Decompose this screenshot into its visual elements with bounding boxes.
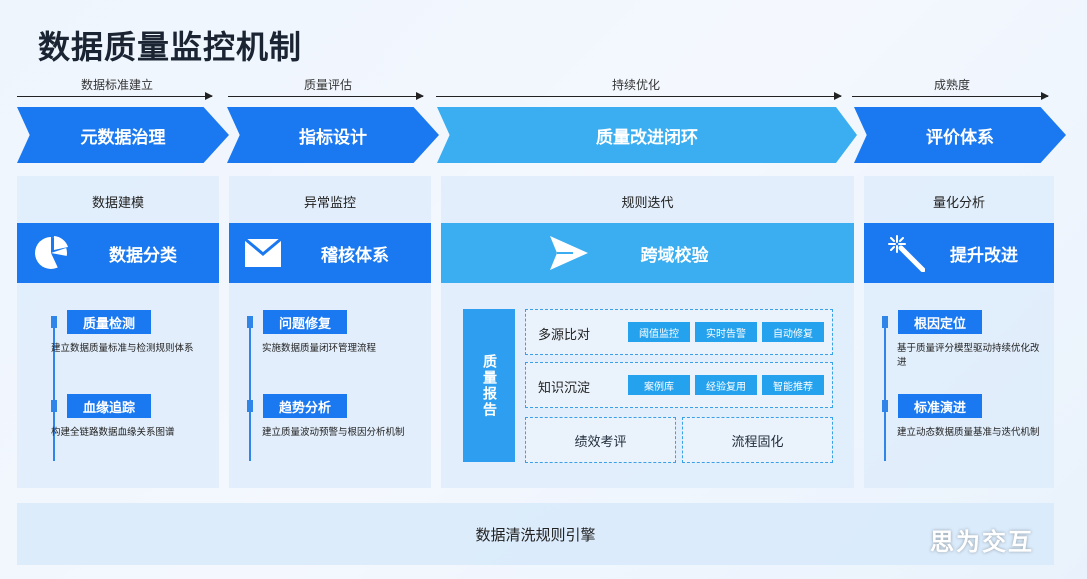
stage-label-2: 质量评估 <box>303 78 352 92</box>
chevron-evaluation: 评价体系 <box>854 107 1066 163</box>
column-quantitative: 量化分析 提升改进 根因定位 基于质量评分模型驱动持续优化改进 标准演进 建立动… <box>864 176 1054 488</box>
bottom-bar-cleaning-engine: 数据清洗规则引擎 <box>17 503 1054 565</box>
band-label: 数据分类 <box>109 245 177 266</box>
tag-lineage-tracking: 血缘追踪 <box>67 394 152 418</box>
desc-trend-analysis: 建立质量波动预警与根因分析机制 <box>262 427 405 438</box>
bottom-bar-label: 数据清洗规则引擎 <box>475 525 596 544</box>
quality-report-label: 质量报告 <box>481 353 497 418</box>
row-knowledge: 知识沉淀 案例库 经验复用 智能推荐 <box>525 362 833 408</box>
chevron-label: 指标设计 <box>299 127 367 148</box>
chip-smart-recommend: 智能推荐 <box>762 375 824 395</box>
chip-threshold: 阈值监控 <box>628 322 690 342</box>
stage-arrow-3 <box>436 92 842 100</box>
watermark: 思为交互 <box>930 528 1034 556</box>
row-multi-source: 多源比对 阈值监控 实时告警 自动修复 <box>525 309 833 355</box>
tag-root-cause: 根因定位 <box>898 310 983 334</box>
column-anomaly: 异常监控 稽核体系 问题修复 实施数据质量闭环管理流程 趋势分析 建立质量波动预… <box>229 176 431 488</box>
band-cross-domain: 跨域校验 <box>441 223 854 283</box>
column-modeling: 数据建模 数据分类 质量检测 建立数据质量标准与检测规则体系 血缘追踪 构建全链… <box>17 176 219 488</box>
chevron-label: 评价体系 <box>926 127 994 148</box>
box-process: 流程固化 <box>682 417 833 463</box>
column-title: 异常监控 <box>303 196 356 211</box>
desc-standard-evolution: 建立动态数据质量基准与迭代机制 <box>897 427 1040 438</box>
quality-report-block: 质量报告 <box>463 309 515 462</box>
desc-issue-repair: 实施数据质量闭环管理流程 <box>262 343 377 354</box>
desc-quality-detection: 建立数据质量标准与检测规则体系 <box>51 343 194 354</box>
stage-label-3: 持续优化 <box>611 78 660 92</box>
desc-lineage-tracking: 构建全链路数据血缘关系图谱 <box>51 427 175 438</box>
chevron-metadata: 元数据治理 <box>17 107 229 163</box>
column-title: 数据建模 <box>91 196 144 211</box>
stage-label-4: 成熟度 <box>933 78 970 92</box>
stage-arrow-4 <box>852 92 1049 100</box>
column-title: 量化分析 <box>932 196 985 211</box>
chevron-improvement: 质量改进闭环 <box>437 107 857 163</box>
timeline-line <box>884 316 886 461</box>
chip-case-library: 案例库 <box>628 375 690 395</box>
stage-label-1: 数据标准建立 <box>80 78 153 92</box>
band-label: 稽核体系 <box>321 245 389 266</box>
timeline-tick <box>247 400 253 412</box>
band-data-classification: 数据分类 <box>17 223 219 283</box>
chevron-label: 质量改进闭环 <box>596 127 698 148</box>
timeline-line <box>249 316 251 461</box>
chip-auto-repair: 自动修复 <box>762 322 824 342</box>
box-label: 绩效考评 <box>574 434 627 450</box>
timeline-tick <box>51 316 57 328</box>
desc-root-cause: 基于质量评分模型驱动持续优化改进 <box>897 343 1040 368</box>
chip-realtime-alert: 实时告警 <box>695 322 757 342</box>
band-label: 提升改进 <box>950 245 1018 266</box>
stage-arrow-1 <box>17 92 213 100</box>
chip-experience-reuse: 经验复用 <box>695 375 757 395</box>
band-audit-system: 稽核体系 <box>229 223 431 283</box>
chevron-indicator: 指标设计 <box>227 107 439 163</box>
page-title: 数据质量监控机制 <box>38 28 303 66</box>
timeline-tick <box>882 316 888 328</box>
chevron-label: 元数据治理 <box>80 127 166 148</box>
timeline-tick <box>247 316 253 328</box>
row-label: 知识沉淀 <box>538 381 591 396</box>
tag-standard-evolution: 标准演进 <box>898 394 983 418</box>
tag-quality-detection: 质量检测 <box>67 310 152 334</box>
timeline-tick <box>51 400 57 412</box>
tag-trend-analysis: 趋势分析 <box>263 394 348 418</box>
box-performance: 绩效考评 <box>525 417 676 463</box>
band-improvement: 提升改进 <box>864 223 1054 283</box>
band-label: 跨域校验 <box>640 245 709 266</box>
box-label: 流程固化 <box>731 434 784 450</box>
stage-arrow-2 <box>228 92 424 100</box>
timeline-tick <box>882 400 888 412</box>
tag-issue-repair: 问题修复 <box>263 310 348 334</box>
row-label: 多源比对 <box>538 328 591 343</box>
column-title: 规则迭代 <box>621 196 674 211</box>
